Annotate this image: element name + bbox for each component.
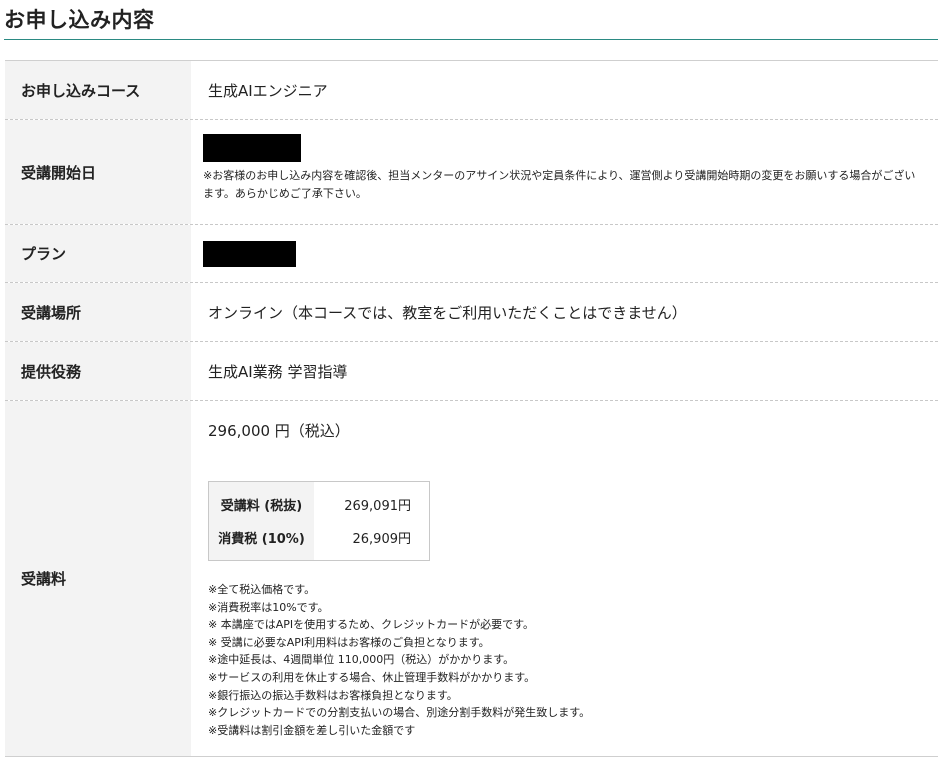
fee-note: ※途中延長は、4週間単位 110,000円（税込）がかかります。 [208, 653, 515, 667]
fee-cell: 296,000 円（税込） 受講料 (税抜) 消費税 (10%) 269,091… [191, 401, 938, 756]
fee-total: 296,000 円（税込） [208, 422, 350, 440]
start-date-label: 受講開始日 [5, 120, 191, 224]
plan-redaction [203, 240, 296, 267]
table-row-place: 受講場所 オンライン（本コースでは、教室をご利用いただくことはできません） [5, 283, 938, 342]
service-value: 生成AI業務 学習指導 [208, 362, 348, 381]
page-title: お申し込み内容 [4, 8, 155, 32]
course-value: 生成AIエンジニア [208, 81, 328, 100]
fee-breakdown-labels: 受講料 (税抜) 消費税 (10%) [209, 482, 314, 560]
table-row-fee: 受講料 296,000 円（税込） 受講料 (税抜) 消費税 (10%) 269… [5, 401, 938, 757]
fee-notes-list: ※全て税込価格です。 ※消費税率は10%です。 ※ 本講座ではAPIを使用するた… [208, 581, 938, 739]
place-label: 受講場所 [5, 283, 191, 341]
start-date-note: ※お客様のお申し込み内容を確認後、担当メンターのアサイン状況や定員条件により、運… [203, 169, 916, 200]
plan-cell [191, 225, 938, 282]
table-row-service: 提供役務 生成AI業務 学習指導 [5, 342, 938, 401]
fee-note: ※サービスの利用を休止する場合、休止管理手数料がかかります。 [208, 670, 536, 684]
fee-note: ※受講料は割引金額を差し引いた金額です [208, 723, 416, 737]
application-details-table: お申し込みコース 生成AIエンジニア 受講開始日 ※お客様のお申し込み内容を確認… [5, 60, 938, 757]
table-row-start-date: 受講開始日 ※お客様のお申し込み内容を確認後、担当メンターのアサイン状況や定員条… [5, 120, 938, 225]
fee-breakdown-value: 269,091円 [344, 499, 411, 514]
fee-breakdown-label: 受講料 (税抜) [220, 499, 303, 514]
fee-breakdown-table: 受講料 (税抜) 消費税 (10%) 269,091円 26,909円 [208, 481, 430, 561]
fee-label: 受講料 [5, 401, 191, 756]
fee-note: ※消費税率は10%です。 [208, 600, 329, 614]
fee-breakdown-values: 269,091円 26,909円 [314, 482, 429, 560]
fee-note: ※ 本講座ではAPIを使用するため、クレジットカードが必要です。 [208, 618, 535, 632]
fee-breakdown-label: 消費税 (10%) [218, 532, 305, 547]
table-row-plan: プラン [5, 225, 938, 283]
fee-note: ※クレジットカードでの分割支払いの場合、別途分割手数料が発生致します。 [208, 706, 591, 720]
fee-breakdown-value: 26,909円 [352, 532, 412, 547]
fee-note: ※ 受講に必要なAPI利用料はお客様のご負担となります。 [208, 635, 490, 649]
table-row-course: お申し込みコース 生成AIエンジニア [5, 61, 938, 120]
fee-note: ※全て税込価格です。 [208, 583, 316, 596]
place-value: オンライン（本コースでは、教室をご利用いただくことはできません） [208, 303, 687, 322]
course-label: お申し込みコース [5, 61, 191, 119]
plan-label: プラン [5, 225, 191, 282]
service-label: 提供役務 [5, 342, 191, 400]
fee-note: ※銀行振込の振込手数料はお客様負担となります。 [208, 688, 458, 702]
start-date-redaction [203, 134, 301, 162]
start-date-cell: ※お客様のお申し込み内容を確認後、担当メンターのアサイン状況や定員条件により、運… [191, 120, 938, 224]
title-divider [4, 39, 938, 40]
